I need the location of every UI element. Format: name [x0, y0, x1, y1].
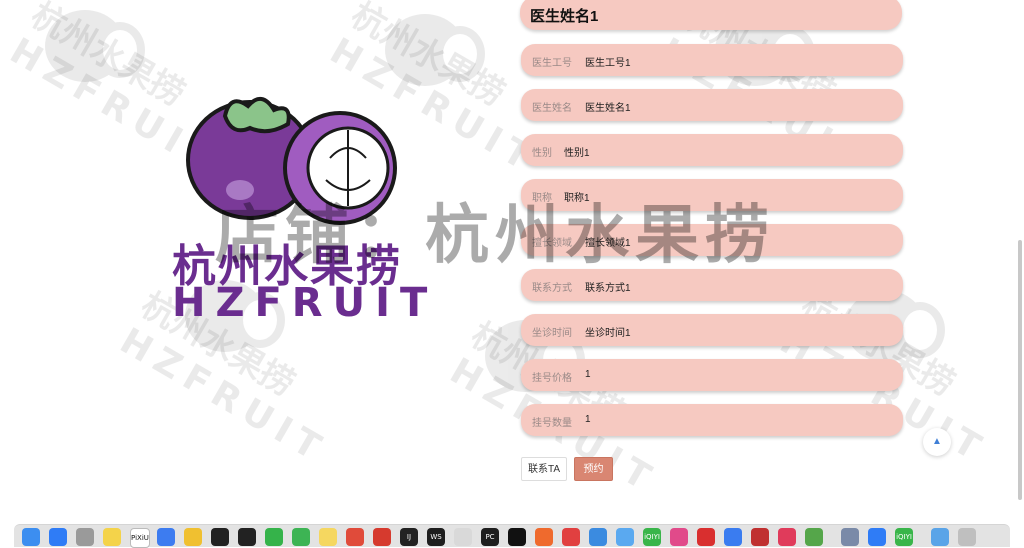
wps-icon[interactable] — [373, 528, 391, 546]
finder-icon[interactable] — [22, 528, 40, 546]
field-label: 性别 — [532, 148, 552, 159]
field-value: 职称1 — [564, 193, 590, 204]
back-to-top-button[interactable]: ▲ — [923, 428, 951, 456]
terminal-icon[interactable] — [508, 528, 526, 546]
app-arrow-icon[interactable] — [868, 528, 886, 546]
field-value: 1 — [585, 369, 591, 380]
folder-icon[interactable] — [931, 528, 949, 546]
scrollbar[interactable] — [1018, 240, 1022, 500]
field-title: 职称 职称1 — [521, 179, 903, 211]
trash-icon[interactable] — [958, 528, 976, 546]
doctor-title: 医生姓名1 — [530, 8, 599, 25]
field-value: 坐诊时间1 — [585, 328, 631, 339]
product-subtitle: HZFRUIT — [172, 280, 438, 326]
contact-button[interactable]: 联系TA — [521, 457, 567, 481]
app-blue-icon[interactable] — [589, 528, 607, 546]
field-gender: 性别 性别1 — [521, 134, 903, 166]
field-label: 医生姓名 — [532, 103, 572, 114]
field-label: 挂号价格 — [532, 373, 572, 384]
arrow-up-icon: ▲ — [932, 436, 942, 447]
qq-icon[interactable] — [211, 528, 229, 546]
wechat-2-icon[interactable] — [292, 528, 310, 546]
wechat-icon[interactable] — [265, 528, 283, 546]
app-pink-icon[interactable] — [670, 528, 688, 546]
mangosteen-icon — [186, 97, 397, 225]
field-value: 医生姓名1 — [585, 103, 631, 114]
field-value: 擅长领域1 — [585, 238, 631, 249]
app-yellow-icon[interactable] — [184, 528, 202, 546]
field-label: 擅长领域 — [532, 238, 572, 249]
app-leaf-icon[interactable] — [805, 528, 823, 546]
book-button[interactable]: 预约 — [574, 457, 613, 481]
doctor-title-bar: 医生姓名1 — [520, 0, 902, 30]
field-doctor-id: 医生工号 医生工号1 — [521, 44, 903, 76]
field-price: 挂号价格 1 — [521, 359, 903, 391]
field-label: 坐诊时间 — [532, 328, 572, 339]
app-red-icon[interactable] — [562, 528, 580, 546]
field-doctor-name: 医生姓名 医生姓名1 — [521, 89, 903, 121]
dock-icon-label: PiXiU — [131, 534, 149, 542]
field-label: 挂号数量 — [532, 418, 572, 429]
dingtalk-icon[interactable] — [157, 528, 175, 546]
field-value: 1 — [585, 414, 591, 425]
launchpad-icon[interactable] — [76, 528, 94, 546]
pycharm-icon[interactable]: PC — [481, 528, 499, 546]
webstorm-icon[interactable]: WS — [427, 528, 445, 546]
app-face-icon[interactable] — [319, 528, 337, 546]
preview-icon[interactable] — [841, 528, 859, 546]
dock-icon-label: IJ — [406, 533, 412, 541]
app-lightblue-icon[interactable] — [616, 528, 634, 546]
app-gray-icon[interactable] — [454, 528, 472, 546]
netease-music-icon[interactable] — [697, 528, 715, 546]
field-label: 医生工号 — [532, 58, 572, 69]
field-label: 联系方式 — [532, 283, 572, 294]
field-contact: 联系方式 联系方式1 — [521, 269, 903, 301]
app-rose-icon[interactable] — [778, 528, 796, 546]
app-store-icon[interactable] — [49, 528, 67, 546]
field-value: 性别1 — [564, 148, 590, 159]
page: 杭州水果捞HZFRUIT 杭州水果捞HZFRUIT 杭州水果捞HZFRUIT 杭… — [0, 0, 1024, 522]
pixiu-icon[interactable]: PiXiU — [130, 528, 150, 548]
field-value: 医生工号1 — [585, 58, 631, 69]
notes-icon[interactable] — [103, 528, 121, 546]
dock-icon-label: WS — [430, 533, 442, 541]
field-schedule: 坐诊时间 坐诊时间1 — [521, 314, 903, 346]
chrome-icon[interactable] — [346, 528, 364, 546]
field-quantity: 挂号数量 1 — [521, 404, 903, 436]
app-cyan-icon[interactable] — [724, 528, 742, 546]
app-darkred-icon[interactable] — [751, 528, 769, 546]
dock-icon-label: PC — [485, 533, 495, 541]
iqiyi-icon[interactable]: iQIYI — [643, 528, 661, 546]
field-value: 联系方式1 — [585, 283, 631, 294]
field-specialty: 擅长领域 擅长领域1 — [521, 224, 903, 256]
iqiyi-2-icon[interactable]: iQIYI — [895, 528, 913, 546]
intellij-icon[interactable]: IJ — [400, 528, 418, 546]
dock-icon-label: iQIYI — [896, 533, 912, 541]
app-orange-icon[interactable] — [535, 528, 553, 546]
qq-2-icon[interactable] — [238, 528, 256, 546]
dock-icon-label: iQIYI — [644, 533, 660, 541]
field-label: 职称 — [532, 193, 552, 204]
